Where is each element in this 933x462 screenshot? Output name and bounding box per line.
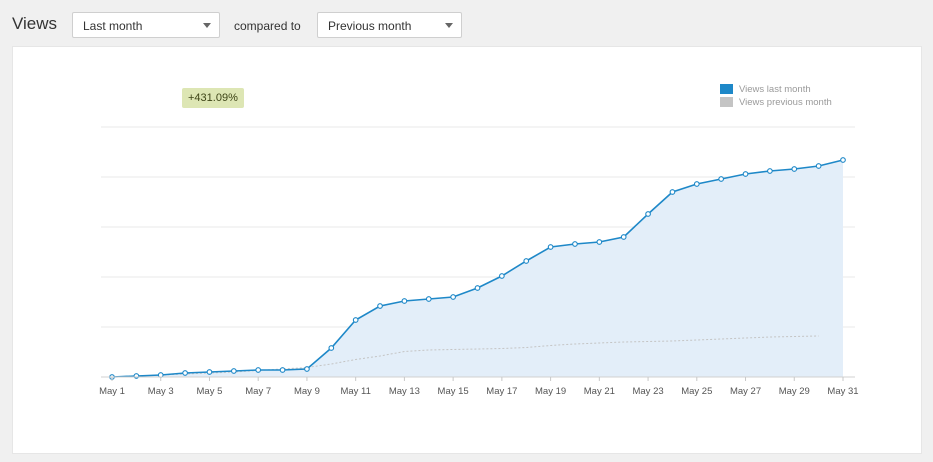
data-point[interactable] xyxy=(815,163,822,169)
legend-label-current: Views last month xyxy=(739,84,811,95)
data-point[interactable] xyxy=(718,176,725,182)
data-point[interactable] xyxy=(693,181,700,187)
data-point[interactable] xyxy=(669,189,676,195)
data-point[interactable] xyxy=(328,345,335,351)
x-tick-label: May 3 xyxy=(148,386,174,397)
x-tick-label: May 1 xyxy=(99,386,125,397)
x-tick-label: May 15 xyxy=(438,386,469,397)
views-chart: May 1 May 3 May 5 May 7 May 9 May 11 May 13 May… xyxy=(99,126,859,397)
change-badge: +431.09% xyxy=(182,88,244,108)
data-point[interactable] xyxy=(425,296,432,302)
x-tick-label: May 23 xyxy=(632,386,663,397)
data-point[interactable] xyxy=(279,367,286,373)
data-point[interactable] xyxy=(547,244,554,250)
data-point[interactable] xyxy=(450,294,456,300)
x-tick-label: May 17 xyxy=(486,386,517,397)
data-point[interactable] xyxy=(206,369,213,375)
current-month-area xyxy=(112,160,843,377)
data-point[interactable] xyxy=(352,317,359,323)
legend-label-previous: Views previous month xyxy=(739,97,832,108)
x-tick-label: May 21 xyxy=(584,386,615,397)
data-point[interactable] xyxy=(645,211,651,217)
x-tick-label: May 11 xyxy=(340,386,370,397)
x-tick-label: May 5 xyxy=(197,386,223,397)
data-point[interactable] xyxy=(133,373,140,379)
legend-swatch-previous xyxy=(720,97,733,107)
data-point[interactable] xyxy=(304,366,310,372)
x-tick-label: May 27 xyxy=(730,386,761,397)
data-point[interactable] xyxy=(474,285,481,291)
x-tick-label: May 29 xyxy=(779,386,810,397)
data-point[interactable] xyxy=(230,368,237,374)
legend-swatch-current xyxy=(720,84,733,94)
data-point[interactable] xyxy=(255,367,262,373)
data-point[interactable] xyxy=(620,234,627,240)
x-tick-label: May 25 xyxy=(681,386,712,397)
data-point[interactable] xyxy=(523,258,530,264)
data-point[interactable] xyxy=(767,168,773,174)
chart-areas xyxy=(112,160,843,377)
data-point[interactable] xyxy=(401,298,408,304)
legend-item-previous[interactable]: Views previous month xyxy=(720,96,832,109)
x-tick-label: May 7 xyxy=(245,386,271,397)
chart-legend: Views last month Views previous month xyxy=(720,83,832,109)
data-point[interactable] xyxy=(596,239,603,245)
x-axis: May 1 May 3 May 5 May 7 May 9 May 11 May 13 May… xyxy=(99,376,859,397)
data-point[interactable] xyxy=(572,241,578,247)
x-tick-label: May 31 xyxy=(827,386,858,397)
data-point[interactable] xyxy=(182,370,188,376)
x-tick-label: May 13 xyxy=(389,386,420,397)
data-point[interactable] xyxy=(377,303,383,309)
x-tick-label: May 9 xyxy=(294,386,320,397)
data-point[interactable] xyxy=(499,273,505,279)
data-point[interactable] xyxy=(791,166,798,172)
x-tick-label: May 19 xyxy=(535,386,566,397)
data-point[interactable] xyxy=(742,171,749,177)
data-point[interactable] xyxy=(840,157,846,163)
legend-item-current[interactable]: Views last month xyxy=(720,83,832,96)
